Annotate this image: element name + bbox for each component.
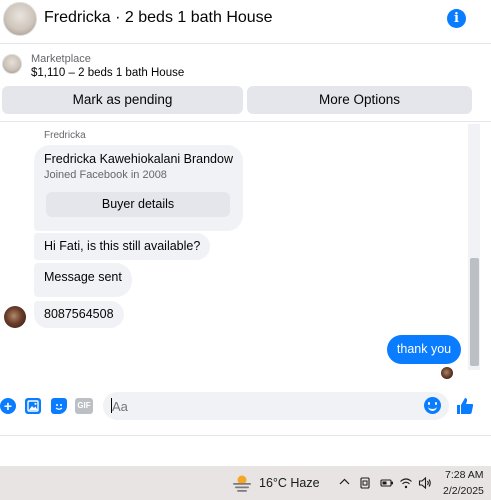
gif-icon[interactable]: GIF bbox=[75, 398, 93, 414]
sender-avatar[interactable] bbox=[4, 306, 26, 328]
seen-receipt-avatar bbox=[441, 367, 453, 379]
incoming-message[interactable]: Hi Fati, is this still available? bbox=[34, 233, 211, 260]
listing-thumbnail[interactable] bbox=[3, 2, 37, 36]
clock-date[interactable]: 2/2/2025 bbox=[443, 485, 484, 497]
thumbs-up-icon[interactable] bbox=[455, 396, 475, 416]
scrollbar-thumb[interactable] bbox=[470, 258, 479, 366]
header-divider bbox=[0, 43, 491, 44]
incoming-message[interactable]: Message sent bbox=[34, 263, 132, 297]
device-icon[interactable] bbox=[359, 476, 371, 493]
mark-as-pending-button[interactable]: Mark as pending bbox=[2, 86, 243, 114]
emoji-icon[interactable] bbox=[424, 397, 441, 414]
speaker-icon[interactable] bbox=[418, 476, 432, 493]
composer-divider bbox=[0, 435, 491, 436]
battery-icon[interactable] bbox=[380, 476, 394, 493]
messenger-window: Fredricka · 2 beds 1 bath House i Market… bbox=[0, 0, 491, 500]
message-input[interactable] bbox=[103, 392, 449, 420]
buyer-details-button[interactable]: Buyer details bbox=[46, 192, 230, 217]
incoming-message[interactable]: 8087564508 bbox=[34, 301, 124, 328]
chat-title[interactable]: Fredricka · 2 beds 1 bath House bbox=[44, 9, 273, 27]
info-icon[interactable]: i bbox=[447, 9, 466, 28]
clock-time[interactable]: 7:28 AM bbox=[445, 469, 484, 481]
sender-name: Fredricka bbox=[44, 130, 86, 141]
photo-icon[interactable] bbox=[25, 398, 41, 414]
chat-header: Fredricka · 2 beds 1 bath House i bbox=[0, 0, 491, 40]
weather-icon[interactable] bbox=[231, 474, 253, 492]
taskbar: 16°C Haze 7:28 AM 2/2/2025 bbox=[0, 466, 491, 500]
wifi-icon[interactable] bbox=[399, 476, 413, 493]
text-caret bbox=[111, 398, 112, 413]
buyer-joined-date: Joined Facebook in 2008 bbox=[44, 169, 167, 181]
weather-text[interactable]: 16°C Haze bbox=[259, 476, 320, 490]
marketplace-label: Marketplace bbox=[31, 53, 91, 65]
outgoing-message[interactable]: thank you bbox=[387, 335, 461, 364]
plus-icon[interactable]: + bbox=[0, 398, 16, 414]
sticker-icon[interactable] bbox=[51, 398, 67, 414]
chevron-up-icon[interactable] bbox=[339, 476, 350, 491]
banner-divider bbox=[0, 121, 491, 122]
more-options-button[interactable]: More Options bbox=[247, 86, 472, 114]
buyer-full-name: Fredricka Kawehiokalani Brandow bbox=[44, 152, 233, 166]
listing-summary[interactable]: $1,110 – 2 beds 1 bath House bbox=[31, 67, 184, 79]
listing-small-thumbnail[interactable] bbox=[2, 54, 22, 74]
profile-card: Fredricka Kawehiokalani Brandow Joined F… bbox=[34, 145, 243, 231]
